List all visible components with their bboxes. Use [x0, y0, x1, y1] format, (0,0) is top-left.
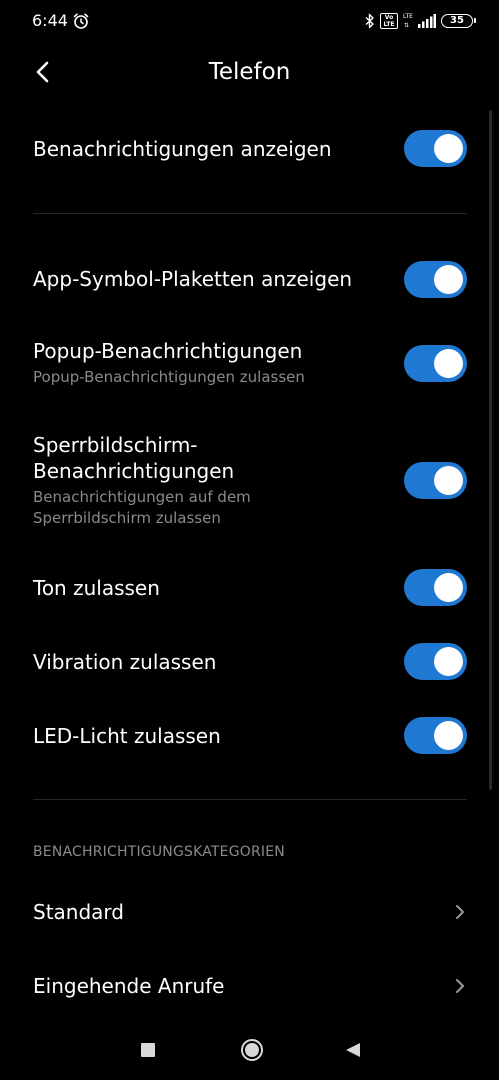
- chevron-right-icon: [456, 905, 464, 919]
- lockscreen-notifications-toggle[interactable]: [404, 462, 467, 499]
- allow-sound-label: Ton zulassen: [33, 576, 160, 600]
- allow-sound-toggle[interactable]: [404, 569, 467, 606]
- lockscreen-notifications-label-line1: Sperrbildschirm-: [33, 433, 198, 457]
- battery-level: 35: [450, 15, 464, 26]
- volte-label: Vo LTE: [383, 14, 395, 28]
- lockscreen-notifications-label-line2: Benachrichtigungen: [33, 459, 235, 483]
- lte-icon: LTE ⇅: [403, 13, 413, 29]
- status-bar: 6:44 Vo LTE LTE ⇅ 35: [0, 0, 499, 44]
- show-notifications-label: Benachrichtigungen anzeigen: [33, 137, 332, 161]
- lockscreen-notifications-sublabel-line1: Benachrichtigungen auf dem: [33, 488, 251, 506]
- popup-notifications-toggle[interactable]: [404, 345, 467, 382]
- alarm-icon: [73, 13, 89, 29]
- show-notifications-toggle[interactable]: [404, 130, 467, 167]
- divider: [33, 213, 467, 214]
- chevron-right-icon: [456, 979, 464, 993]
- app-badges-row[interactable]: App-Symbol-Plaketten anzeigen: [0, 258, 499, 302]
- divider: [33, 799, 467, 800]
- allow-vibration-row[interactable]: Vibration zulassen: [0, 640, 499, 684]
- page-title: Telefon: [208, 59, 291, 85]
- popup-notifications-label: Popup-Benachrichtigungen: [33, 339, 303, 363]
- status-time: 6:44: [32, 11, 68, 30]
- app-badges-label: App-Symbol-Plaketten anzeigen: [33, 267, 353, 291]
- show-notifications-row[interactable]: Benachrichtigungen anzeigen: [0, 128, 499, 172]
- app-badges-toggle[interactable]: [404, 261, 467, 298]
- volte-icon: Vo LTE: [380, 13, 398, 29]
- popup-notifications-sublabel: Popup-Benachrichtigungen zulassen: [33, 368, 305, 386]
- recents-square-icon[interactable]: [141, 1043, 155, 1057]
- battery-icon: 35: [441, 14, 476, 28]
- allow-vibration-label: Vibration zulassen: [33, 650, 217, 674]
- allow-sound-row[interactable]: Ton zulassen: [0, 566, 499, 610]
- signal-icon: [418, 14, 436, 28]
- category-item-label: Standard: [33, 900, 124, 924]
- allow-vibration-toggle[interactable]: [404, 643, 467, 680]
- lte-label: LTE: [403, 13, 413, 20]
- bluetooth-icon: [365, 13, 374, 29]
- lockscreen-notifications-sublabel-line2: Sperrbildschirm zulassen: [33, 509, 221, 527]
- allow-led-toggle[interactable]: [404, 717, 467, 754]
- popup-notifications-row[interactable]: Popup-Benachrichtigungen Popup-Benachric…: [0, 338, 499, 394]
- home-circle-icon[interactable]: [240, 1038, 264, 1062]
- allow-led-label: LED-Licht zulassen: [33, 724, 221, 748]
- allow-led-row[interactable]: LED-Licht zulassen: [0, 714, 499, 758]
- category-item-standard[interactable]: Standard: [0, 888, 499, 936]
- category-item-label: Eingehende Anrufe: [33, 974, 225, 998]
- categories-header: BENACHRICHTIGUNGSKATEGORIEN: [33, 844, 285, 860]
- category-item-incoming-calls[interactable]: Eingehende Anrufe: [0, 962, 499, 1010]
- status-icons: Vo LTE LTE ⇅ 35: [365, 11, 476, 31]
- lockscreen-notifications-row[interactable]: Sperrbildschirm- Benachrichtigungen Bena…: [0, 432, 499, 532]
- back-triangle-icon[interactable]: [344, 1041, 362, 1059]
